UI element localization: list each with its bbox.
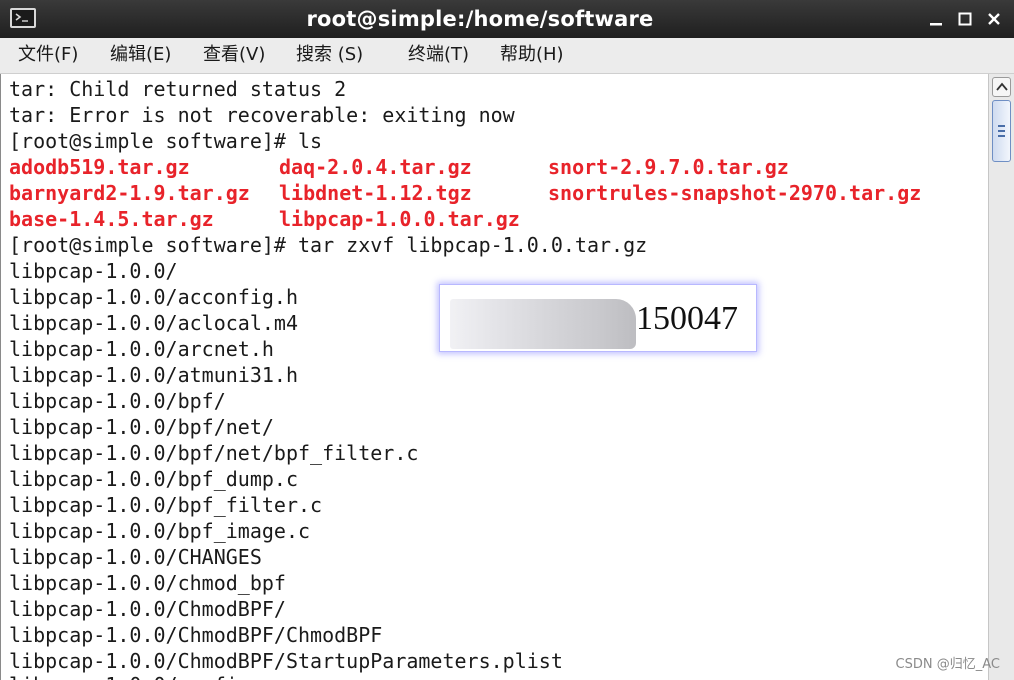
title-bar[interactable]: root@simple:/home/software [0,0,1014,38]
terminal-window: root@simple:/home/software 文件(F) 编辑(E) 查… [0,0,1014,680]
terminal-line: libpcap-1.0.0/CHANGES [9,545,262,569]
terminal-prompt-line: [root@simple software]# tar zxvf libpcap… [9,233,648,257]
ls-file: snort-2.9.7.0.tar.gz [548,155,789,179]
window-title: root@simple:/home/software [306,7,654,31]
scroll-thumb[interactable] [992,100,1011,162]
terminal-line: libpcap-1.0.0/ [9,259,178,283]
terminal-line: libpcap-1.0.0/chmod_bpf [9,571,286,595]
vertical-scrollbar[interactable] [988,74,1014,680]
terminal-line: libpcap-1.0.0/config [9,672,250,680]
ls-file: adodb519.tar.gz [9,155,190,179]
blurred-region [450,299,636,349]
menu-view[interactable]: 查看(V) [203,38,265,72]
maximize-icon[interactable] [954,8,976,30]
menu-help[interactable]: 帮助(H) [500,38,564,72]
menu-bar: 文件(F) 编辑(E) 查看(V) 搜索 (S) 终端(T) 帮助(H) [0,38,1014,74]
terminal-output[interactable]: tar: Child returned status 2 tar: Error … [0,74,988,680]
terminal-line: libpcap-1.0.0/ChmodBPF/ [9,597,286,621]
menu-edit[interactable]: 编辑(E) [110,38,171,72]
ls-row: adodb519.tar.gz daq-2.0.4.tar.gz snort-2… [9,154,969,180]
grip-icon [998,125,1005,127]
ls-file: daq-2.0.4.tar.gz [279,155,472,179]
ls-row: barnyard2-1.9.tar.gz libdnet-1.12.tgz sn… [9,180,969,206]
ls-file: snortrules-snapshot-2970.tar.gz [548,181,922,205]
terminal-line: libpcap-1.0.0/bpf_dump.c [9,467,298,491]
menu-terminal[interactable]: 终端(T) [408,38,469,72]
terminal-line: libpcap-1.0.0/arcnet.h [9,337,274,361]
terminal-line: libpcap-1.0.0/bpf_image.c [9,519,311,543]
terminal-line: libpcap-1.0.0/bpf/net/ [9,415,274,439]
terminal-line: libpcap-1.0.0/bpf/net/bpf_filter.c [9,441,419,465]
ls-file: base-1.4.5.tar.gz [9,207,214,231]
overlay-number: 150047 [636,300,738,337]
minimize-icon[interactable] [925,8,947,30]
watermark: CSDN @归忆_AC [895,657,1000,672]
close-icon[interactable] [983,8,1005,30]
grip-icon [998,130,1005,132]
terminal-line: tar: Error is not recoverable: exiting n… [9,103,515,127]
terminal-line: libpcap-1.0.0/bpf/ [9,389,226,413]
menu-search[interactable]: 搜索 (S) [296,38,363,72]
menu-file[interactable]: 文件(F) [18,38,78,72]
grip-icon [998,135,1005,137]
ls-file: libpcap-1.0.0.tar.gz [279,207,520,231]
ls-row: base-1.4.5.tar.gz libpcap-1.0.0.tar.gz [9,206,969,232]
terminal-line: libpcap-1.0.0/acconfig.h [9,285,298,309]
terminal-line: tar: Child returned status 2 [9,77,347,101]
scroll-up-icon[interactable] [992,77,1011,97]
ls-file: barnyard2-1.9.tar.gz [9,181,250,205]
terminal-line: libpcap-1.0.0/aclocal.m4 [9,311,298,335]
terminal-line: libpcap-1.0.0/bpf_filter.c [9,493,323,517]
terminal-line: libpcap-1.0.0/ChmodBPF/StartupParameters… [9,649,563,673]
terminal-line: libpcap-1.0.0/atmuni31.h [9,363,298,387]
terminal-prompt-line: [root@simple software]# ls [9,129,323,153]
ls-file: libdnet-1.12.tgz [279,181,472,205]
terminal-line: libpcap-1.0.0/ChmodBPF/ChmodBPF [9,623,383,647]
redaction-overlay: 150047 [439,284,757,352]
